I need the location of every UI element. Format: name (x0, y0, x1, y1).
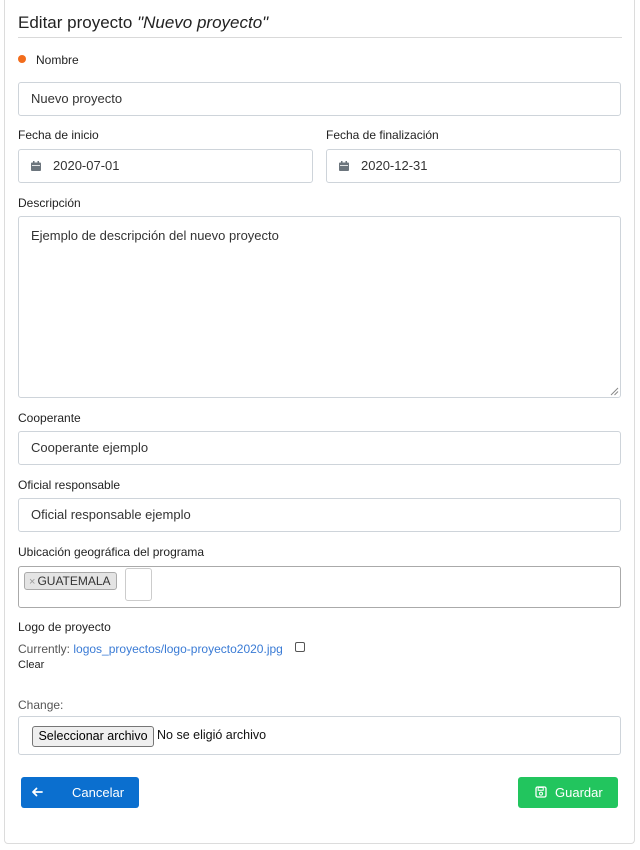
oficial-label: Oficial responsable (18, 478, 121, 492)
fecha-inicio-label: Fecha de inicio (18, 128, 99, 142)
fecha-fin-label: Fecha de finalización (326, 128, 439, 142)
descripcion-textarea[interactable]: Ejemplo de descripción del nuevo proyect… (18, 216, 621, 398)
multiselect-search-input[interactable] (125, 568, 152, 601)
resize-grip-icon[interactable] (610, 387, 619, 396)
ubicacion-label: Ubicación geográfica del programa (18, 545, 205, 559)
calendar-icon (339, 161, 349, 171)
cancel-button[interactable]: Cancelar (21, 777, 139, 808)
cancel-label: Cancelar (72, 785, 125, 800)
clear-checkbox[interactable] (295, 642, 305, 652)
currently-label: Currently: (18, 642, 71, 656)
remove-chip-icon[interactable]: × (29, 576, 35, 588)
cooperante-input[interactable]: Cooperante ejemplo (18, 431, 621, 465)
fecha-inicio-input[interactable]: 2020-07-01 (18, 149, 313, 183)
arrow-left-icon (32, 787, 43, 797)
ubicacion-multiselect[interactable]: × GUATEMALA (18, 566, 621, 608)
descripcion-label: Descripción (18, 196, 81, 210)
current-file-link[interactable]: logos_proyectos/logo-proyecto2020.jpg (73, 642, 282, 656)
file-status: No se eligió archivo (157, 728, 267, 742)
page-title: Editar proyecto "Nuevo proyecto" (18, 13, 268, 33)
calendar-icon (31, 161, 41, 171)
page-title-project-name: "Nuevo proyecto" (137, 13, 269, 32)
save-button[interactable]: Guardar (518, 777, 618, 808)
save-icon (535, 786, 547, 798)
logo-current: Currently: logos_proyectos/logo-proyecto… (18, 642, 283, 656)
clear-label: Clear (18, 659, 45, 671)
fecha-fin-value: 2020-12-31 (361, 158, 428, 173)
save-label: Guardar (555, 785, 603, 800)
nombre-input[interactable]: Nuevo proyecto (18, 82, 621, 116)
required-indicator (18, 55, 26, 63)
cooperante-value: Cooperante ejemplo (31, 440, 149, 455)
file-input: Seleccionar archivo No se eligió archivo (18, 716, 621, 755)
nombre-value: Nuevo proyecto (31, 91, 123, 106)
page-title-prefix: Editar proyecto (18, 13, 133, 32)
chip-label: GUATEMALA (37, 574, 111, 588)
change-label: Change: (18, 698, 64, 712)
nombre-label: Nombre (36, 53, 79, 67)
fecha-fin-input[interactable]: 2020-12-31 (326, 149, 621, 183)
title-divider (18, 37, 622, 38)
oficial-value: Oficial responsable ejemplo (31, 507, 191, 522)
oficial-input[interactable]: Oficial responsable ejemplo (18, 498, 621, 532)
cooperante-label: Cooperante (18, 411, 81, 425)
descripcion-value: Ejemplo de descripción del nuevo proyect… (31, 228, 279, 243)
logo-label: Logo de proyecto (18, 620, 111, 634)
fecha-inicio-value: 2020-07-01 (53, 158, 120, 173)
select-file-button[interactable]: Seleccionar archivo (32, 726, 154, 747)
selected-chip: × GUATEMALA (24, 572, 117, 590)
